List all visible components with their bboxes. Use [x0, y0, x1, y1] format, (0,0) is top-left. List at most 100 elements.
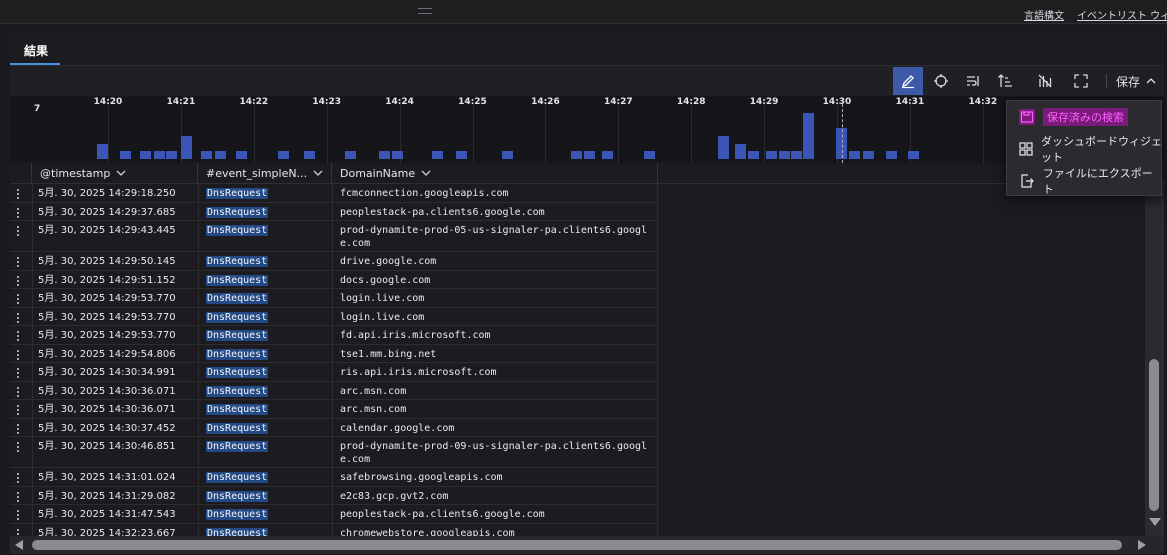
menu-item-saved-search[interactable]: 保存済みの検索 — [1007, 102, 1163, 132]
row-menu-icon[interactable] — [17, 510, 21, 521]
cell-event[interactable]: DnsRequest — [206, 366, 269, 379]
crosshair-button[interactable] — [926, 67, 956, 95]
histogram-bar[interactable] — [501, 151, 513, 159]
cell-event[interactable]: DnsRequest — [206, 471, 269, 484]
histogram-bar[interactable] — [862, 151, 874, 159]
table-row[interactable]: 5月. 30, 2025 14:29:50.145 DnsRequest drive… — [10, 252, 658, 271]
histogram-bar[interactable] — [166, 151, 178, 159]
histogram-bar[interactable] — [849, 151, 861, 159]
column-header-event[interactable]: #event_simpleN... — [198, 163, 332, 184]
query-syntax-link[interactable]: 言語構文 — [1024, 7, 1064, 22]
histogram-bar[interactable] — [718, 136, 730, 159]
sort-button[interactable] — [990, 67, 1020, 95]
histogram-bar[interactable] — [180, 136, 192, 159]
vertical-scroll-thumb[interactable] — [1149, 359, 1159, 511]
row-menu-icon[interactable] — [17, 226, 21, 237]
histogram-bar[interactable] — [140, 151, 152, 159]
cell-event[interactable]: DnsRequest — [206, 385, 269, 398]
table-row[interactable]: 5月. 30, 2025 14:30:37.452 DnsRequest calen… — [10, 418, 658, 437]
row-menu-icon[interactable] — [17, 442, 21, 453]
cell-event[interactable]: DnsRequest — [206, 440, 269, 453]
row-menu-icon[interactable] — [17, 386, 21, 398]
table-row[interactable]: 5月. 30, 2025 14:29:37.685 DnsRequest peopl… — [10, 202, 658, 221]
table-row[interactable]: 5月. 30, 2025 14:31:29.082 DnsRequest e2c83… — [10, 486, 658, 505]
cell-event[interactable]: DnsRequest — [206, 292, 269, 305]
histogram-bar[interactable] — [153, 151, 165, 159]
histogram-bar[interactable] — [802, 113, 814, 159]
table-row[interactable]: 5月. 30, 2025 14:31:01.024 DnsRequest safeb… — [10, 468, 658, 487]
histogram-bar[interactable] — [304, 151, 316, 159]
hide-chart-button[interactable] — [1030, 67, 1060, 95]
cell-event[interactable]: DnsRequest — [206, 490, 269, 503]
table-row[interactable]: 5月. 30, 2025 14:29:51.152 DnsRequest docs.… — [10, 270, 658, 289]
histogram-bar[interactable] — [766, 151, 778, 159]
scroll-down-icon[interactable] — [1149, 518, 1161, 526]
tab-results[interactable]: 結果 — [10, 34, 60, 64]
wrap-text-button[interactable] — [958, 67, 988, 95]
scroll-left-icon[interactable] — [15, 540, 23, 550]
scroll-right-icon[interactable] — [1138, 540, 1146, 550]
histogram-bar[interactable] — [344, 151, 356, 159]
row-menu-icon[interactable] — [17, 423, 21, 435]
row-menu-icon[interactable] — [17, 473, 21, 484]
histogram-bar[interactable] — [570, 151, 582, 159]
fullscreen-button[interactable] — [1066, 67, 1096, 95]
histogram-bar[interactable] — [200, 151, 212, 159]
table-row[interactable]: 5月. 30, 2025 14:29:54.806 DnsRequest tse1.… — [10, 344, 658, 363]
histogram-bar[interactable] — [379, 151, 391, 159]
cell-event[interactable]: DnsRequest — [206, 329, 269, 342]
column-header-timestamp[interactable]: @timestamp — [32, 163, 198, 184]
row-menu-icon[interactable] — [17, 405, 21, 416]
table-row[interactable]: 5月. 30, 2025 14:29:53.770 DnsRequest fd.ap… — [10, 326, 658, 345]
table-row[interactable]: 5月. 30, 2025 14:30:46.851 DnsRequest prod-… — [10, 437, 658, 468]
cell-event[interactable]: DnsRequest — [206, 422, 269, 435]
table-row[interactable]: 5月. 30, 2025 14:30:36.071 DnsRequest arc.m… — [10, 400, 658, 419]
cell-event[interactable]: DnsRequest — [206, 206, 269, 219]
histogram-bar[interactable] — [643, 151, 655, 159]
column-header-domain[interactable]: DomainName — [332, 163, 658, 184]
chevron-down-icon[interactable] — [116, 169, 126, 177]
histogram-bar[interactable] — [97, 144, 109, 159]
cell-event[interactable]: DnsRequest — [206, 348, 269, 361]
row-menu-icon[interactable] — [17, 207, 21, 219]
horizontal-scrollbar[interactable] — [10, 536, 1164, 554]
event-list-widget-link[interactable]: イベントリスト ウィジェット — [1077, 7, 1167, 22]
menu-item-export-file[interactable]: ファイルにエクスポート — [1007, 166, 1163, 196]
cell-event[interactable]: DnsRequest — [206, 311, 269, 324]
histogram-bar[interactable] — [391, 151, 403, 159]
row-menu-icon[interactable] — [17, 312, 21, 324]
row-menu-icon[interactable] — [17, 491, 21, 503]
table-row[interactable]: 5月. 30, 2025 14:29:43.445 DnsRequest prod-… — [10, 221, 658, 252]
histogram-bar[interactable] — [215, 151, 227, 159]
histogram-bar[interactable] — [748, 151, 760, 159]
row-menu-icon[interactable] — [17, 368, 21, 379]
menu-item-dashboard-widget[interactable]: ダッシュボードウィジェット — [1007, 134, 1163, 164]
histogram-bar[interactable] — [908, 151, 920, 159]
row-menu-icon[interactable] — [17, 349, 21, 361]
drag-handle-icon[interactable] — [418, 8, 432, 14]
histogram-bar[interactable] — [885, 151, 897, 159]
table-row[interactable]: 5月. 30, 2025 14:29:53.770 DnsRequest login… — [10, 307, 658, 326]
cell-event[interactable]: DnsRequest — [206, 187, 269, 200]
row-menu-icon[interactable] — [17, 275, 21, 287]
table-row[interactable]: 5月. 30, 2025 14:29:18.250 DnsRequest fcmco… — [10, 184, 658, 203]
table-row[interactable]: 5月. 30, 2025 14:30:34.991 DnsRequest ris.a… — [10, 363, 658, 382]
cell-event[interactable]: DnsRequest — [206, 274, 269, 287]
cell-event[interactable]: DnsRequest — [206, 403, 269, 416]
row-menu-icon[interactable] — [17, 257, 21, 268]
event-histogram[interactable]: 14:20 14:21 14:22 14:23 14:24 14:25 14:26 14:27… — [10, 96, 1164, 163]
histogram-bar[interactable] — [120, 151, 132, 159]
table-row[interactable]: 5月. 30, 2025 14:29:53.770 DnsRequest login… — [10, 289, 658, 308]
table-row[interactable]: 5月. 30, 2025 14:30:36.071 DnsRequest arc.m… — [10, 381, 658, 400]
histogram-bar[interactable] — [235, 151, 247, 159]
histogram-bar[interactable] — [791, 151, 803, 159]
row-menu-icon[interactable] — [17, 294, 21, 305]
chevron-down-icon[interactable] — [313, 169, 323, 177]
table-row[interactable]: 5月. 30, 2025 14:31:47.543 DnsRequest peopl… — [10, 505, 658, 524]
vertical-scrollbar[interactable] — [1145, 181, 1164, 536]
cell-event[interactable]: DnsRequest — [206, 224, 269, 237]
histogram-bar[interactable] — [584, 151, 596, 159]
histogram-bar[interactable] — [432, 151, 444, 159]
save-button[interactable]: 保存 — [1110, 67, 1160, 95]
row-menu-icon[interactable] — [17, 189, 21, 200]
